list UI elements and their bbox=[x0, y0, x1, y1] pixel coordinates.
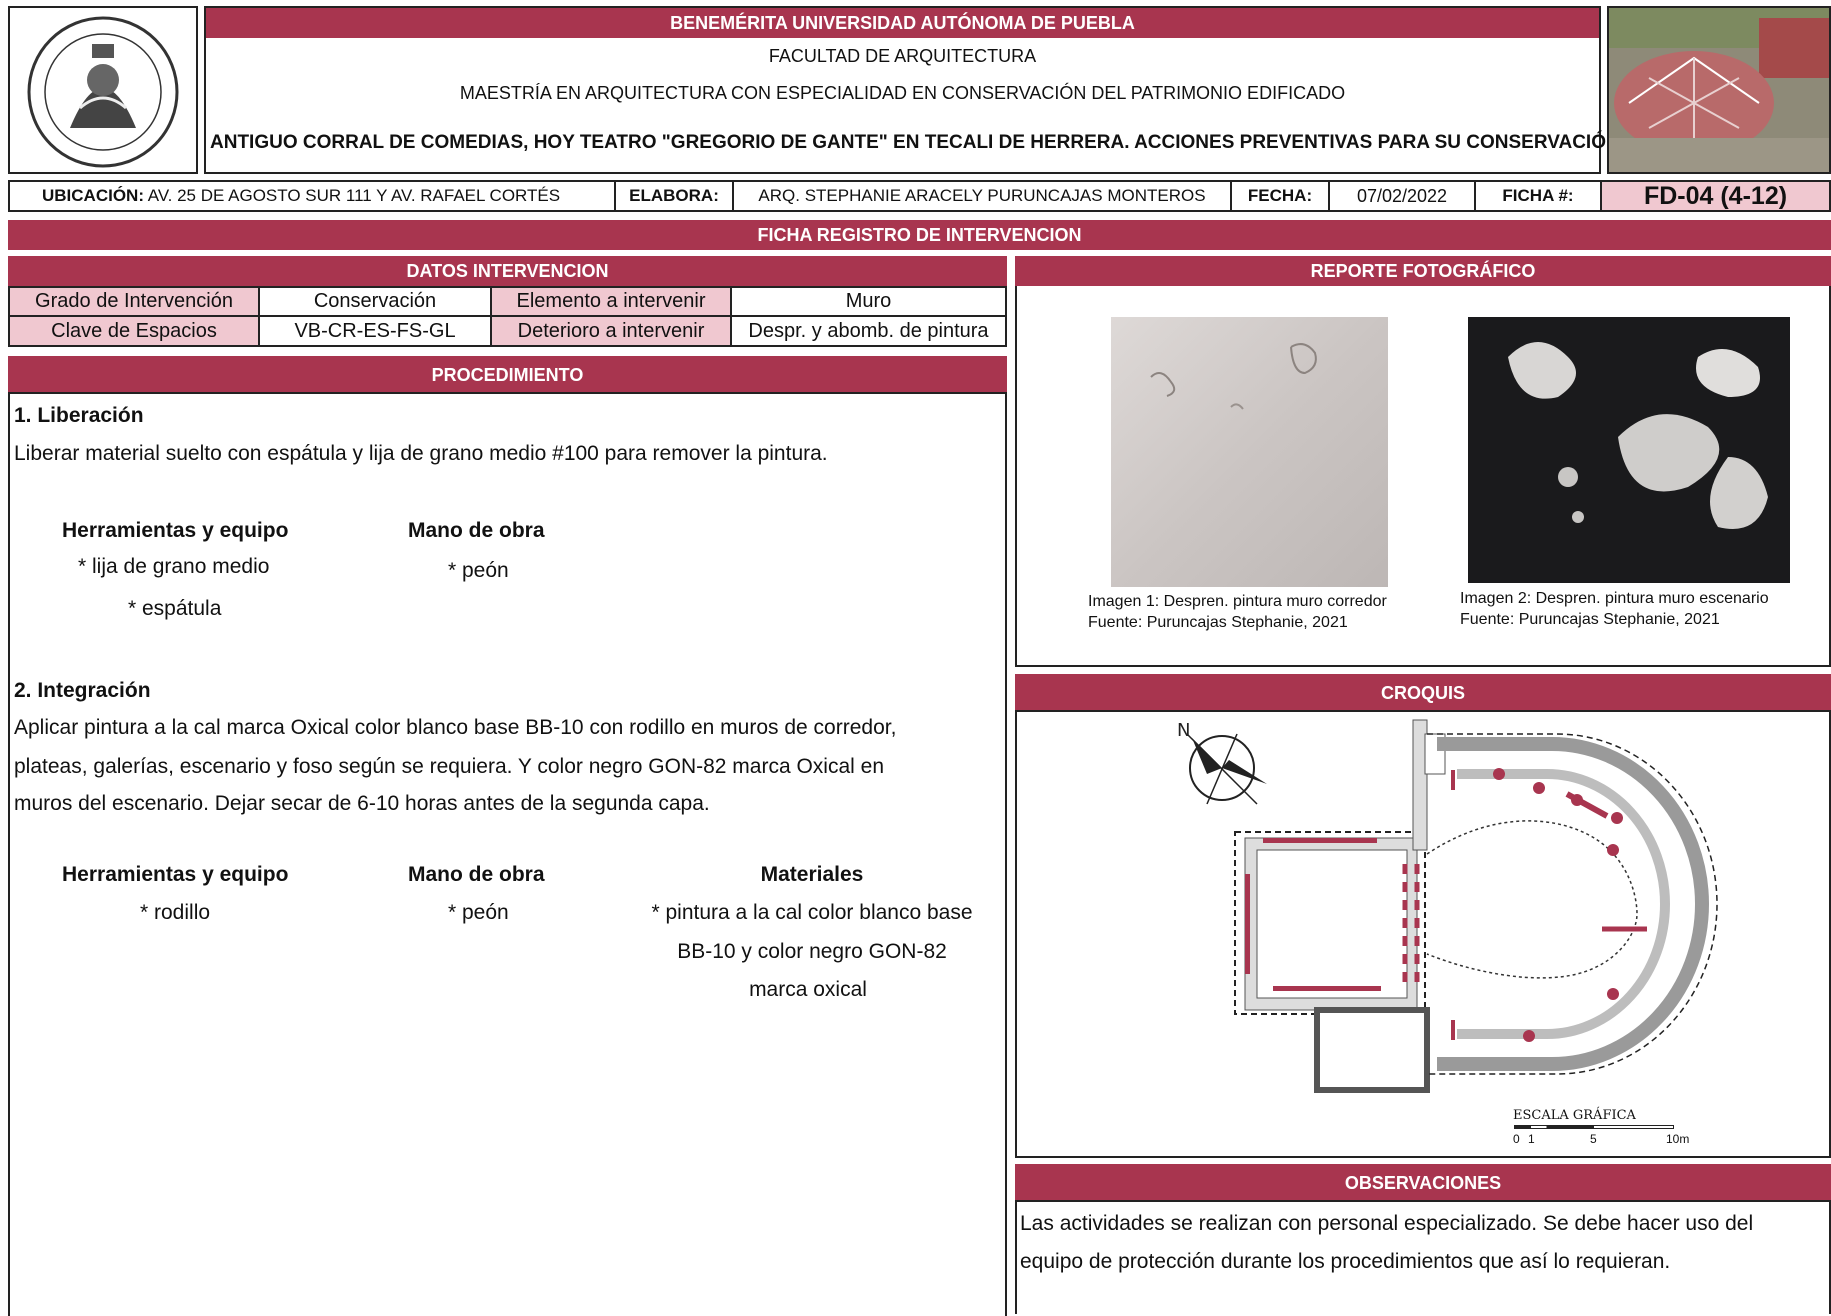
building-photo bbox=[1607, 6, 1831, 174]
aerial-photo-image bbox=[1609, 8, 1829, 172]
project-title: ANTIGUO CORRAL DE COMEDIAS, HOY TEATRO "… bbox=[210, 132, 1625, 153]
observaciones-line: equipo de protección durante los procedi… bbox=[1020, 1250, 1671, 1273]
clave-label: Clave de Espacios bbox=[8, 315, 260, 347]
main-title: FICHA REGISTRO DE INTERVENCION bbox=[8, 220, 1831, 250]
s2-tool-item: * rodillo bbox=[140, 901, 211, 924]
peeling-paint-wall-image bbox=[1150, 343, 1317, 410]
fecha-label: FECHA: bbox=[1247, 186, 1313, 205]
ficha-label: FICHA #: bbox=[1502, 186, 1574, 205]
floor-plan-sketch: N bbox=[1177, 719, 1718, 1093]
scale-bar bbox=[1514, 1125, 1674, 1129]
s1-tools-heading: Herramientas y equipo bbox=[62, 519, 289, 542]
s2-material-item: BB-10 y color negro GON-82 bbox=[677, 940, 947, 963]
elabora-label: ELABORA: bbox=[629, 186, 719, 205]
scale-tick-label: 10m bbox=[1666, 1132, 1690, 1146]
s1-tool-item: * espátula bbox=[128, 597, 222, 620]
photo-2-caption: Imagen 2: Despren. pintura muro escenari… bbox=[1460, 590, 1769, 607]
section-2-title: 2. Integración bbox=[14, 679, 151, 702]
section-1-text: Liberar material suelto con espátula y l… bbox=[14, 442, 828, 465]
croquis-title: CROQUIS bbox=[1015, 674, 1831, 712]
s1-labor-heading: Mano de obra bbox=[408, 519, 545, 542]
scale-tick-label: 5 bbox=[1590, 1132, 1597, 1146]
grado-label: Grado de Intervención bbox=[8, 286, 260, 317]
photo-2-source: Fuente: Puruncajas Stephanie, 2021 bbox=[1460, 611, 1720, 628]
north-label: N bbox=[1177, 720, 1190, 741]
section-2-text-line: muros del escenario. Dejar secar de 6-10… bbox=[14, 792, 710, 815]
photo-1-caption: Imagen 1: Despren. pintura muro corredor bbox=[1088, 593, 1387, 610]
university-title: BENEMÉRITA UNIVERSIDAD AUTÓNOMA DE PUEBL… bbox=[206, 8, 1599, 38]
section-2-text-line: plateas, galerías, escenario y foso segú… bbox=[14, 755, 885, 778]
observaciones-line: Las actividades se realizan con personal… bbox=[1020, 1212, 1754, 1235]
scale-title: ESCALA GRÁFICA bbox=[1513, 1108, 1636, 1123]
s2-materials-heading: Materiales bbox=[760, 863, 864, 886]
elabora-value: ARQ. STEPHANIE ARACELY PURUNCAJAS MONTER… bbox=[758, 186, 1206, 205]
ubicacion-field: UBICACIÓN: AV. 25 DE AGOSTO SUR 111 Y AV… bbox=[12, 180, 614, 212]
procedimiento-panel bbox=[8, 356, 1007, 1316]
section-2-text-line: Aplicar pintura a la cal marca Oxical co… bbox=[14, 716, 897, 739]
s2-material-item: marca oxical bbox=[749, 978, 867, 1001]
peeling-black-paint-image bbox=[1508, 342, 1768, 529]
ubicacion-value: AV. 25 DE AGOSTO SUR 111 Y AV. RAFAEL CO… bbox=[147, 186, 561, 205]
observaciones-title: OBSERVACIONES bbox=[1015, 1164, 1831, 1202]
deterioro-label: Deterioro a intervenir bbox=[490, 315, 732, 347]
photo-1 bbox=[1111, 317, 1388, 587]
s2-labor-item: * peón bbox=[448, 901, 509, 924]
deterioro-value: Despr. y abomb. de pintura bbox=[730, 315, 1007, 347]
university-seal-logo bbox=[27, 16, 179, 168]
s2-material-item: * pintura a la cal color blanco base bbox=[651, 901, 973, 924]
north-arrow-icon bbox=[1186, 733, 1267, 805]
scale-tick-label: 1 bbox=[1528, 1132, 1535, 1146]
scale-tick-label: 0 bbox=[1513, 1132, 1520, 1146]
datos-title: DATOS INTERVENCION bbox=[8, 256, 1007, 286]
elemento-label: Elemento a intervenir bbox=[490, 286, 732, 317]
fecha-value: 07/02/2022 bbox=[1356, 185, 1448, 206]
grado-value: Conservación bbox=[258, 286, 492, 317]
procedimiento-title: PROCEDIMIENTO bbox=[8, 356, 1007, 394]
reporte-title: REPORTE FOTOGRÁFICO bbox=[1015, 256, 1831, 286]
photo-2 bbox=[1468, 317, 1790, 583]
photo-1-source: Fuente: Puruncajas Stephanie, 2021 bbox=[1088, 614, 1348, 631]
ficha-value: FD-04 (4-12) bbox=[1602, 182, 1829, 210]
ubicacion-label: UBICACIÓN: bbox=[42, 186, 144, 205]
header-center: BENEMÉRITA UNIVERSIDAD AUTÓNOMA DE PUEBL… bbox=[204, 6, 1625, 174]
elemento-value: Muro bbox=[730, 286, 1007, 317]
s2-tools-heading: Herramientas y equipo bbox=[62, 863, 289, 886]
s1-tool-item: * lija de grano medio bbox=[78, 555, 270, 578]
logo-box bbox=[8, 6, 198, 174]
s2-labor-heading: Mano de obra bbox=[408, 863, 545, 886]
clave-value: VB-CR-ES-FS-GL bbox=[258, 315, 492, 347]
s1-labor-item: * peón bbox=[448, 559, 509, 582]
faculty-title: FACULTAD DE ARQUITECTURA bbox=[768, 46, 1037, 66]
section-1-title: 1. Liberación bbox=[14, 404, 144, 427]
program-title: MAESTRÍA EN ARQUITECTURA CON ESPECIALIDA… bbox=[459, 83, 1346, 103]
